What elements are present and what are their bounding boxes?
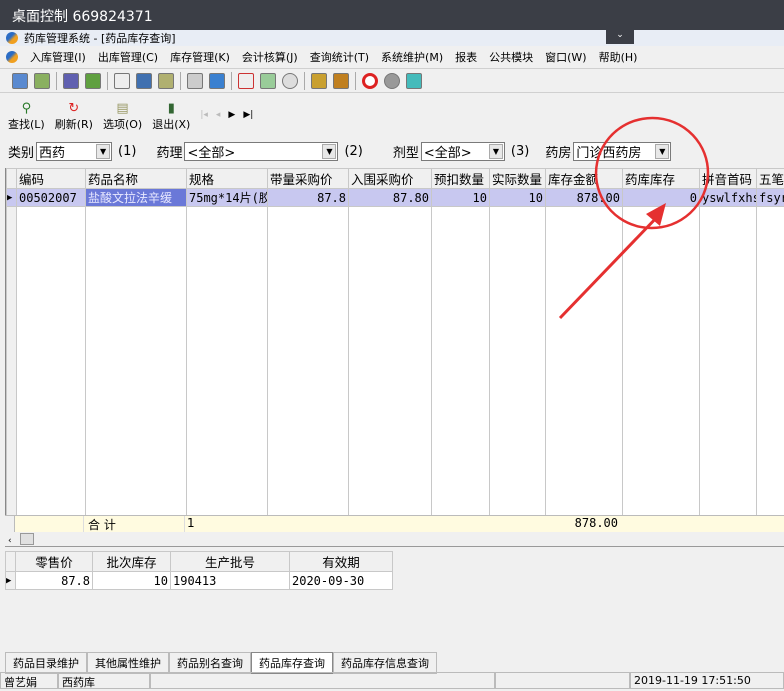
annotation-arrow-line <box>558 212 662 320</box>
red-annotation <box>558 116 710 320</box>
annotation-arrow-head <box>646 203 666 226</box>
